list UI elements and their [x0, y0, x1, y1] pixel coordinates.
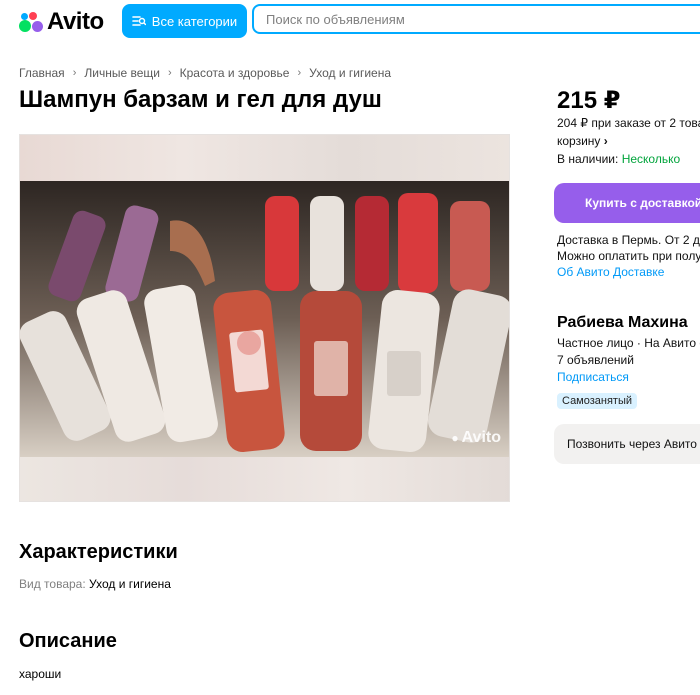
listing-title: Шампун барзам и гел для душ	[19, 86, 382, 113]
bulk-price-line: 204 ₽ при заказе от 2 товаров в	[557, 116, 700, 130]
avito-logo[interactable]: Avito	[19, 8, 104, 36]
call-via-avito-button[interactable]: Позвонить через Авито	[554, 424, 700, 464]
characteristics-heading: Характеристики	[19, 541, 178, 563]
payment-info: Можно оплатить при получении	[557, 249, 700, 263]
logo-dots-icon	[19, 10, 45, 34]
stock-value: Несколько	[621, 152, 681, 166]
seller-ads-count[interactable]: 7 объявлений	[557, 353, 634, 367]
seller-name[interactable]: Рабиева Махина	[557, 314, 688, 332]
chevron-right-icon: ›	[603, 134, 608, 148]
watermark-text: Avito	[461, 429, 501, 446]
categories-icon	[131, 16, 146, 26]
chevron-right-icon: ›	[297, 67, 302, 79]
gallery-blur-top	[20, 135, 509, 181]
characteristic-label: Вид товара:	[19, 577, 86, 591]
watermark-dots-icon: ●	[451, 431, 459, 445]
breadcrumb: Главная › Личные вещи › Красота и здоров…	[19, 66, 391, 80]
bulk-price-link[interactable]: корзину ›	[557, 134, 608, 148]
photo-gallery[interactable]: ● Avito	[19, 134, 510, 502]
search-input[interactable]	[252, 4, 700, 34]
bottles-illustration	[20, 181, 509, 457]
bulk-price-line2: корзину	[557, 134, 601, 148]
all-categories-button[interactable]: Все категории	[122, 4, 247, 38]
buy-with-delivery-button[interactable]: Купить с доставкой	[554, 183, 700, 223]
all-categories-label: Все категории	[151, 13, 238, 29]
gallery-blur-bottom	[20, 457, 509, 501]
description-text: хароши	[19, 667, 62, 681]
chevron-right-icon: ›	[72, 67, 77, 79]
avito-watermark: ● Avito	[451, 429, 501, 447]
top-header: Avito Все категории	[0, 0, 700, 41]
delivery-info: Доставка в Пермь. От 2 дней	[557, 233, 700, 247]
stock-status: В наличии: Несколько	[557, 152, 680, 166]
breadcrumb-beauty[interactable]: Красота и здоровье	[180, 66, 290, 80]
subscribe-link[interactable]: Подписаться	[557, 370, 629, 384]
breadcrumb-home[interactable]: Главная	[19, 66, 65, 80]
logo-text: Avito	[47, 8, 104, 35]
chevron-right-icon: ›	[167, 67, 172, 79]
characteristic-value: Уход и гигиена	[89, 577, 171, 591]
characteristic-row: Вид товара: Уход и гигиена	[19, 577, 171, 591]
description-heading: Описание	[19, 630, 117, 652]
product-photo[interactable]: ● Avito	[20, 181, 509, 457]
seller-type: Частное лицо · На Авито с	[557, 336, 700, 350]
price: 215 ₽	[557, 87, 621, 114]
self-employed-badge: Самозанятый	[557, 393, 638, 409]
avito-delivery-link[interactable]: Об Авито Доставке	[557, 265, 664, 279]
breadcrumb-hygiene[interactable]: Уход и гигиена	[309, 66, 391, 80]
breadcrumb-personal[interactable]: Личные вещи	[84, 66, 160, 80]
stock-label: В наличии:	[557, 152, 619, 166]
